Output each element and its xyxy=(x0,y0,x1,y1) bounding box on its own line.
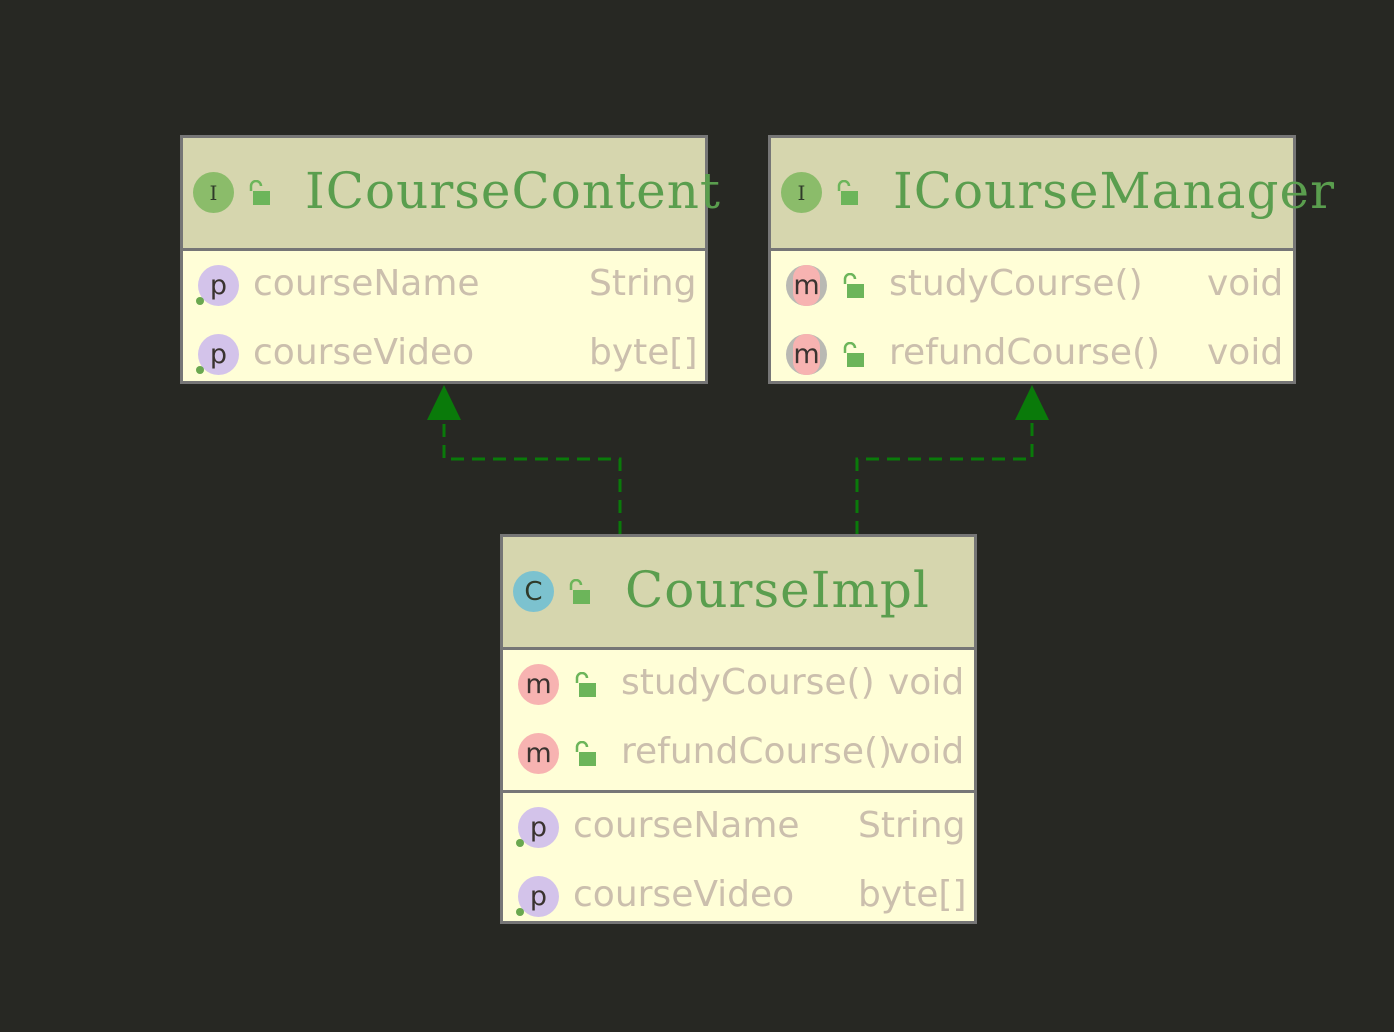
field-row[interactable]: p courseName String xyxy=(503,793,974,862)
arrowhead-icoursemanager xyxy=(1015,385,1049,420)
open-lock-icon xyxy=(575,741,596,766)
node-title: ICourseManager xyxy=(893,162,1335,220)
property-icon: p xyxy=(518,876,559,917)
method-return-type: void xyxy=(1207,332,1284,373)
node-header: C CourseImpl xyxy=(503,537,974,650)
fields-section: p courseName String p courseVideo byte[] xyxy=(503,793,974,931)
field-type: byte[] xyxy=(589,332,698,373)
method-row[interactable]: m refundCourse() void xyxy=(771,320,1293,389)
arrowhead-icoursecontent xyxy=(427,385,461,420)
interface-icon: I xyxy=(781,172,822,213)
field-marker-dot xyxy=(516,908,524,916)
property-icon: p xyxy=(198,334,239,375)
method-row[interactable]: m studyCourse() void xyxy=(503,650,974,719)
method-row[interactable]: m studyCourse() void xyxy=(771,251,1293,320)
edge-courseimpl-to-icoursemanager xyxy=(855,418,1034,534)
method-name: studyCourse() xyxy=(889,263,1143,304)
node-header: I ICourseManager xyxy=(771,138,1334,251)
field-type: String xyxy=(589,263,697,304)
field-name: courseName xyxy=(253,263,480,304)
edge-courseimpl-to-icoursecontent xyxy=(442,418,622,534)
field-row[interactable]: p courseVideo byte[] xyxy=(503,862,974,931)
field-type: byte[] xyxy=(858,874,967,915)
method-return-type: void xyxy=(888,731,965,772)
open-lock-icon xyxy=(575,672,596,697)
node-header: I ICourseContent xyxy=(183,138,720,251)
class-icon: C xyxy=(513,571,554,612)
field-marker-dot xyxy=(196,297,204,305)
node-icoursecontent[interactable]: I ICourseContent p courseName String p c… xyxy=(180,135,720,384)
method-return-type: void xyxy=(1207,263,1284,304)
method-name: studyCourse() xyxy=(621,662,875,703)
property-icon: p xyxy=(198,265,239,306)
method-return-type: void xyxy=(888,662,965,703)
field-marker-dot xyxy=(196,366,204,374)
node-title: ICourseContent xyxy=(305,162,722,220)
method-name: refundCourse() xyxy=(889,332,1161,373)
node-courseimpl[interactable]: C CourseImpl m studyCourse() void m refu… xyxy=(500,534,977,924)
methods-section: m studyCourse() void m refundCourse() vo… xyxy=(771,251,1293,389)
field-name: courseVideo xyxy=(573,874,795,915)
methods-section: m studyCourse() void m refundCourse() vo… xyxy=(503,650,974,793)
node-title: CourseImpl xyxy=(625,561,930,619)
open-lock-icon xyxy=(843,342,864,367)
method-row[interactable]: m refundCourse() void xyxy=(503,719,974,788)
method-icon-letter: m xyxy=(793,265,820,306)
field-name: courseName xyxy=(573,805,800,846)
open-lock-icon xyxy=(837,180,858,205)
method-icon: m xyxy=(518,664,559,705)
interface-icon: I xyxy=(193,172,234,213)
open-lock-icon xyxy=(249,180,270,205)
node-icoursemanager[interactable]: I ICourseManager m studyCourse() void m xyxy=(768,135,1334,384)
field-row[interactable]: p courseVideo byte[] xyxy=(183,320,705,389)
field-marker-dot xyxy=(516,839,524,847)
method-name: refundCourse() xyxy=(621,731,893,772)
open-lock-icon xyxy=(843,273,864,298)
method-icon: m xyxy=(518,733,559,774)
open-lock-icon xyxy=(569,579,590,604)
property-icon: p xyxy=(518,807,559,848)
field-type: String xyxy=(858,805,966,846)
method-icon: m xyxy=(786,334,827,375)
field-row[interactable]: p courseName String xyxy=(183,251,705,320)
method-icon-letter: m xyxy=(793,334,820,375)
field-name: courseVideo xyxy=(253,332,475,373)
method-icon: m xyxy=(786,265,827,306)
fields-section: p courseName String p courseVideo byte[] xyxy=(183,251,705,389)
